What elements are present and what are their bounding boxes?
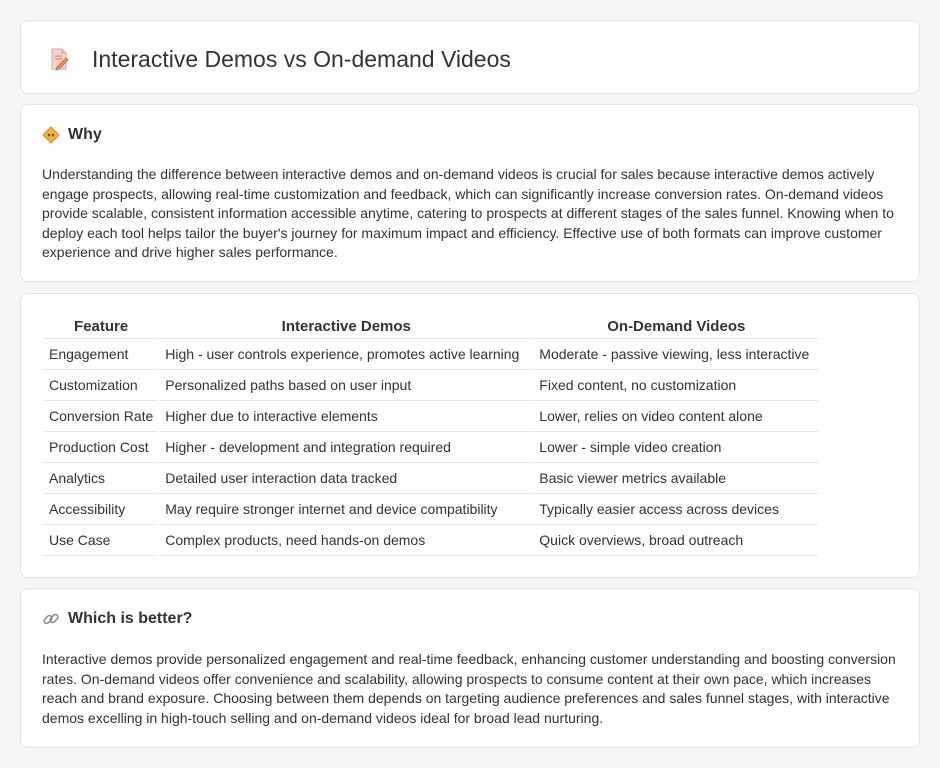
on-demand-videos-cell: Lower, relies on video content alone: [534, 401, 819, 432]
table-row: Customization Personalized paths based o…: [44, 370, 819, 401]
table-row: Engagement High - user controls experien…: [44, 339, 819, 370]
why-heading-row: Why: [42, 126, 102, 144]
interactive-demos-cell: Higher due to interactive elements: [160, 401, 533, 432]
column-header-feature: Feature: [44, 316, 159, 339]
feature-cell: Use Case: [44, 525, 159, 556]
document-pencil-icon: [47, 47, 71, 71]
interactive-demos-cell: Detailed user interaction data tracked: [160, 463, 533, 494]
which-is-better-section: Which is better? Interactive demos provi…: [20, 588, 920, 748]
on-demand-videos-cell: Typically easier access across devices: [534, 494, 819, 525]
interactive-demos-cell: Personalized paths based on user input: [160, 370, 533, 401]
table-row: Production Cost Higher - development and…: [44, 432, 819, 463]
on-demand-videos-cell: Moderate - passive viewing, less interac…: [534, 339, 819, 370]
on-demand-videos-cell: Quick overviews, broad outreach: [534, 525, 819, 556]
comparison-section: Feature Interactive Demos On-Demand Vide…: [20, 293, 920, 578]
table-row: Analytics Detailed user interaction data…: [44, 463, 819, 494]
column-header-interactive-demos: Interactive Demos: [160, 316, 533, 339]
better-text: Interactive demos provide personalized e…: [42, 651, 896, 726]
better-heading-row: Which is better?: [42, 610, 192, 628]
interactive-demos-cell: Complex products, need hands-on demos: [160, 525, 533, 556]
table-row: Conversion Rate Higher due to interactiv…: [44, 401, 819, 432]
why-section: Why Understanding the difference between…: [20, 104, 920, 282]
title-card: Interactive Demos vs On-demand Videos: [20, 20, 920, 94]
feature-cell: Accessibility: [44, 494, 159, 525]
interactive-demos-cell: High - user controls experience, promote…: [160, 339, 533, 370]
table-row: Accessibility May require stronger inter…: [44, 494, 819, 525]
feature-cell: Analytics: [44, 463, 159, 494]
why-heading: Why: [68, 126, 102, 143]
feature-cell: Conversion Rate: [44, 401, 159, 432]
table-header-row: Feature Interactive Demos On-Demand Vide…: [44, 316, 819, 339]
column-header-on-demand-videos: On-Demand Videos: [534, 316, 819, 339]
page-title: Interactive Demos vs On-demand Videos: [92, 46, 511, 72]
table-row: Use Case Complex products, need hands-on…: [44, 525, 819, 556]
interactive-demos-cell: May require stronger internet and device…: [160, 494, 533, 525]
warning-diamond-icon: [42, 126, 60, 144]
feature-cell: Production Cost: [44, 432, 159, 463]
feature-cell: Engagement: [44, 339, 159, 370]
feature-cell: Customization: [44, 370, 159, 401]
better-heading: Which is better?: [68, 610, 193, 627]
on-demand-videos-cell: Basic viewer metrics available: [534, 463, 819, 494]
comparison-table: Feature Interactive Demos On-Demand Vide…: [42, 316, 820, 556]
on-demand-videos-cell: Fixed content, no customization: [534, 370, 819, 401]
interactive-demos-cell: Higher - development and integration req…: [160, 432, 533, 463]
on-demand-videos-cell: Lower - simple video creation: [534, 432, 819, 463]
why-text: Understanding the difference between int…: [42, 166, 894, 260]
link-icon: [42, 610, 60, 628]
